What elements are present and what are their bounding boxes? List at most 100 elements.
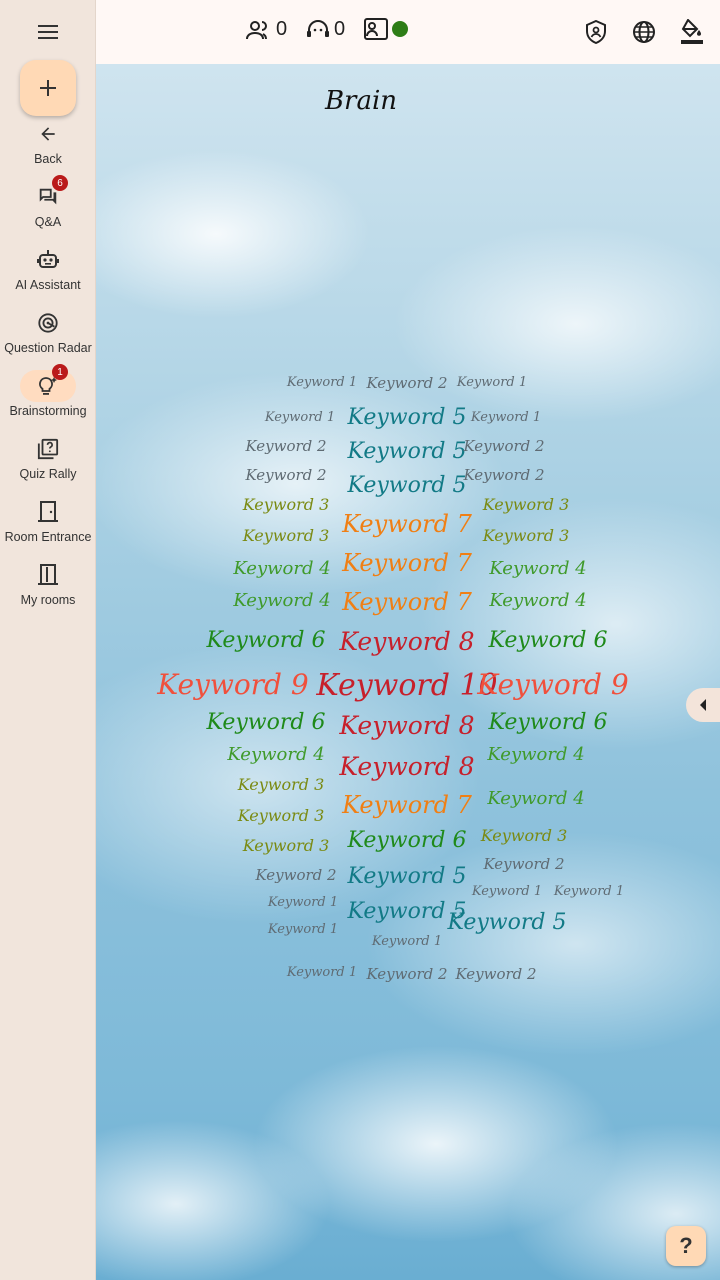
nav-label: My rooms <box>20 593 76 607</box>
word-cloud-keyword[interactable]: Keyword 3 <box>243 528 330 544</box>
word-cloud-keyword[interactable]: Keyword 2 <box>245 468 326 483</box>
word-cloud-keyword[interactable]: Keyword 8 <box>339 713 474 738</box>
collapse-panel-button[interactable] <box>686 688 720 722</box>
word-cloud-keyword[interactable]: Keyword 4 <box>233 592 330 610</box>
word-cloud-keyword[interactable]: Keyword 9 <box>477 671 628 699</box>
word-cloud-keyword[interactable]: Keyword 2 <box>245 439 326 454</box>
nav-icon-container: 6 <box>20 175 76 213</box>
word-cloud-keyword[interactable]: Keyword 4 <box>487 790 584 808</box>
radar-icon <box>38 313 58 333</box>
word-cloud-keyword[interactable]: Keyword 7 <box>342 793 472 817</box>
word-cloud-keyword[interactable]: Keyword 1 <box>472 885 542 898</box>
word-cloud-keyword[interactable]: Keyword 6 <box>207 630 326 652</box>
word-cloud-keyword[interactable]: Keyword 1 <box>268 923 338 936</box>
nav-label: AI Assistant <box>15 278 81 292</box>
nav-question-radar[interactable]: Question Radar <box>0 307 96 363</box>
format-color-fill-icon <box>681 19 703 44</box>
nav-icon-container <box>20 496 76 528</box>
participants-count: 0 <box>246 18 287 41</box>
word-cloud-keyword[interactable]: Keyword 8 <box>339 629 474 654</box>
quiz-icon <box>37 438 59 460</box>
word-cloud-keyword[interactable]: Keyword 6 <box>207 712 326 734</box>
word-cloud-keyword[interactable]: Keyword 2 <box>455 967 536 982</box>
word-cloud-keyword[interactable]: Keyword 4 <box>489 560 586 578</box>
word-cloud-keyword[interactable]: Keyword 3 <box>243 497 330 513</box>
globe-icon <box>633 21 655 43</box>
word-cloud-keyword[interactable]: Keyword 5 <box>348 866 467 888</box>
presenter-icon <box>364 18 388 40</box>
chevron-left-icon <box>700 699 706 711</box>
word-cloud-keyword[interactable]: Keyword 2 <box>463 439 544 454</box>
help-button[interactable]: ? <box>666 1226 706 1266</box>
word-cloud-keyword[interactable]: Keyword 1 <box>471 411 541 424</box>
word-cloud-keyword[interactable]: Keyword 7 <box>342 590 472 614</box>
word-cloud-keyword[interactable]: Keyword 5 <box>448 912 567 934</box>
word-cloud-keyword[interactable]: Keyword 8 <box>339 754 474 779</box>
nav-icon-container <box>20 307 76 339</box>
create-button[interactable] <box>20 60 76 116</box>
nav-label: Back <box>34 152 62 166</box>
nav-label: Question Radar <box>4 341 92 355</box>
word-cloud-keyword[interactable]: Keyword 3 <box>481 828 568 844</box>
word-cloud-keyword[interactable]: Keyword 5 <box>348 407 467 429</box>
nav-icon-container <box>20 244 76 276</box>
moderators-value: 0 <box>334 18 346 40</box>
word-cloud-keyword[interactable]: Keyword 4 <box>227 746 324 764</box>
word-cloud-keyword[interactable]: Keyword 4 <box>487 746 584 764</box>
word-cloud-keyword[interactable]: Keyword 2 <box>463 468 544 483</box>
nav-ai-assistant[interactable]: AI Assistant <box>0 244 96 300</box>
word-cloud-keyword[interactable]: Keyword 7 <box>342 551 472 575</box>
door-icon <box>38 501 58 522</box>
word-cloud-keyword[interactable]: Keyword 3 <box>238 777 325 793</box>
word-cloud-keyword[interactable]: Keyword 3 <box>243 838 330 854</box>
word-cloud-keyword[interactable]: Keyword 1 <box>265 411 335 424</box>
participants-value: 0 <box>276 18 288 40</box>
top-app-bar: 0 0 <box>96 0 720 64</box>
word-cloud-keyword[interactable]: Keyword 2 <box>483 857 564 872</box>
nav-my-rooms[interactable]: My rooms <box>0 559 96 615</box>
moderators-count: 0 <box>306 18 345 41</box>
word-cloud-keyword[interactable]: Keyword 1 <box>287 376 357 389</box>
plus-icon <box>40 80 56 96</box>
nav-qa[interactable]: 6 Q&A <box>0 175 96 237</box>
word-cloud-keyword[interactable]: Keyword 10 <box>316 671 497 701</box>
nav-room-entrance[interactable]: Room Entrance <box>0 496 96 552</box>
nav-label: Room Entrance <box>4 530 92 544</box>
nav-icon-container: 1 <box>20 364 76 402</box>
status-dot <box>392 21 408 37</box>
word-cloud-keyword[interactable]: Keyword 2 <box>366 376 447 391</box>
presenter-status <box>364 18 408 40</box>
menu-button[interactable] <box>28 16 68 48</box>
word-cloud-keyword[interactable]: Keyword 1 <box>287 966 357 979</box>
word-cloud-keyword[interactable]: Keyword 5 <box>348 475 467 497</box>
word-cloud-keyword[interactable]: Keyword 3 <box>483 528 570 544</box>
word-cloud-keyword[interactable]: Keyword 6 <box>348 830 467 852</box>
nav-rail: Back 6 Q&A AI Assistant Question Radar 1… <box>0 0 96 1280</box>
word-cloud-keyword[interactable]: Keyword 1 <box>457 376 527 389</box>
word-cloud-keyword[interactable]: Keyword 5 <box>348 441 467 463</box>
nav-label: Quiz Rally <box>19 467 77 481</box>
word-cloud-keyword[interactable]: Keyword 3 <box>483 497 570 513</box>
word-cloud-keyword[interactable]: Keyword 2 <box>255 868 336 883</box>
word-cloud-keyword[interactable]: Keyword 1 <box>554 885 624 898</box>
moderation-button[interactable] <box>582 18 610 46</box>
nav-brainstorming[interactable]: 1 Brainstorming <box>0 364 96 426</box>
word-cloud-keyword[interactable]: Keyword 7 <box>342 512 472 536</box>
word-cloud-keyword[interactable]: Keyword 1 <box>268 896 338 909</box>
robot-icon <box>37 250 59 268</box>
theme-button[interactable] <box>678 18 706 46</box>
nav-back[interactable]: Back <box>0 118 96 174</box>
word-cloud-keyword[interactable]: Keyword 3 <box>238 808 325 824</box>
word-cloud-keyword[interactable]: Keyword 6 <box>489 630 608 652</box>
nav-quiz-rally[interactable]: Quiz Rally <box>0 433 96 489</box>
word-cloud-keyword[interactable]: Keyword 4 <box>489 592 586 610</box>
word-cloud-keyword[interactable]: Keyword 6 <box>489 712 608 734</box>
word-cloud-keyword[interactable]: Keyword 1 <box>372 935 442 948</box>
word-cloud-keyword[interactable]: Keyword 9 <box>157 671 308 699</box>
nav-icon-container <box>20 559 76 591</box>
nav-icon-container <box>20 118 76 150</box>
word-cloud-keyword[interactable]: Keyword 4 <box>233 560 330 578</box>
language-button[interactable] <box>630 18 658 46</box>
word-cloud-keyword[interactable]: Keyword 2 <box>366 967 447 982</box>
people-icon <box>246 20 267 39</box>
